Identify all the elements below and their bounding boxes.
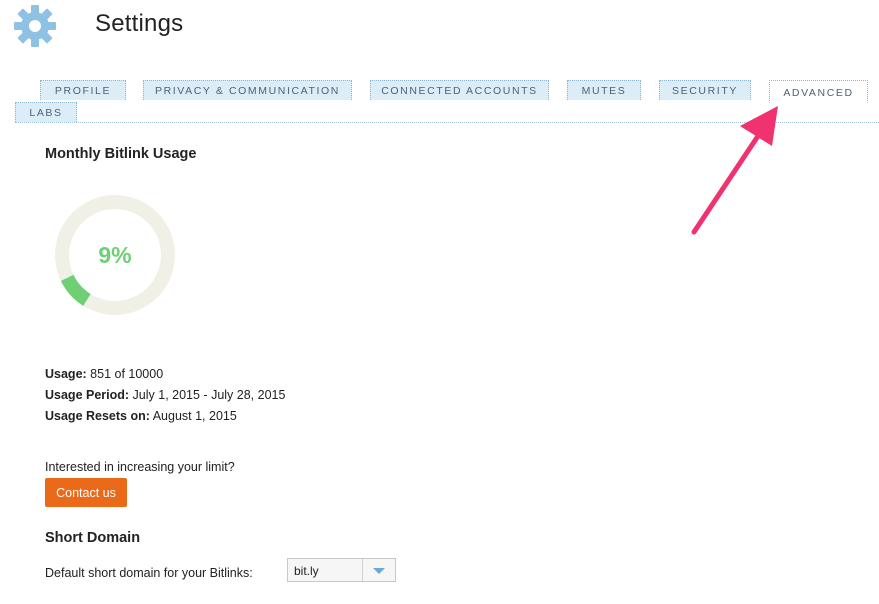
usage-donut-chart: 9% <box>55 195 175 315</box>
usage-resets-label: Usage Resets on: <box>45 409 150 423</box>
usage-resets-value: August 1, 2015 <box>152 409 237 423</box>
usage-percent-label: 9% <box>98 242 131 268</box>
usage-section-title: Monthly Bitlink Usage <box>45 146 197 162</box>
short-domain-section-title: Short Domain <box>45 530 141 546</box>
usage-donut-arc <box>60 274 91 306</box>
tab-privacy-communication[interactable]: PRIVACY & COMMUNICATION <box>143 80 352 100</box>
tab-security[interactable]: SECURITY <box>659 80 751 100</box>
gear-icon <box>14 5 56 47</box>
tab-mutes[interactable]: MUTES <box>567 80 641 100</box>
usage-count-label: Usage: <box>45 367 87 381</box>
contact-us-button[interactable]: Contact us <box>45 478 127 507</box>
usage-count-value: 851 of 10000 <box>90 367 164 381</box>
annotation-arrow-icon <box>691 106 778 235</box>
tab-profile[interactable]: PROFILE <box>40 80 126 100</box>
usage-resets: Usage Resets on: August 1, 2015 <box>45 409 237 423</box>
tab-labs[interactable]: LABS <box>15 102 77 122</box>
increase-limit-prompt: Interested in increasing your limit? <box>45 460 235 474</box>
select-divider <box>362 559 363 581</box>
short-domain-field-label: Default short domain for your Bitlinks: <box>45 566 253 580</box>
usage-period: Usage Period: July 1, 2015 - July 28, 20… <box>45 388 285 402</box>
short-domain-selected-value: bit.ly <box>294 564 319 578</box>
chevron-down-icon[interactable] <box>373 568 385 574</box>
usage-period-label: Usage Period: <box>45 388 130 402</box>
usage-period-value: July 1, 2015 - July 28, 2015 <box>132 388 286 402</box>
tab-connected-accounts[interactable]: CONNECTED ACCOUNTS <box>370 80 549 100</box>
short-domain-select[interactable]: bit.ly <box>287 558 396 582</box>
usage-count: Usage: 851 of 10000 <box>45 367 163 381</box>
page-title: Settings <box>95 10 184 37</box>
